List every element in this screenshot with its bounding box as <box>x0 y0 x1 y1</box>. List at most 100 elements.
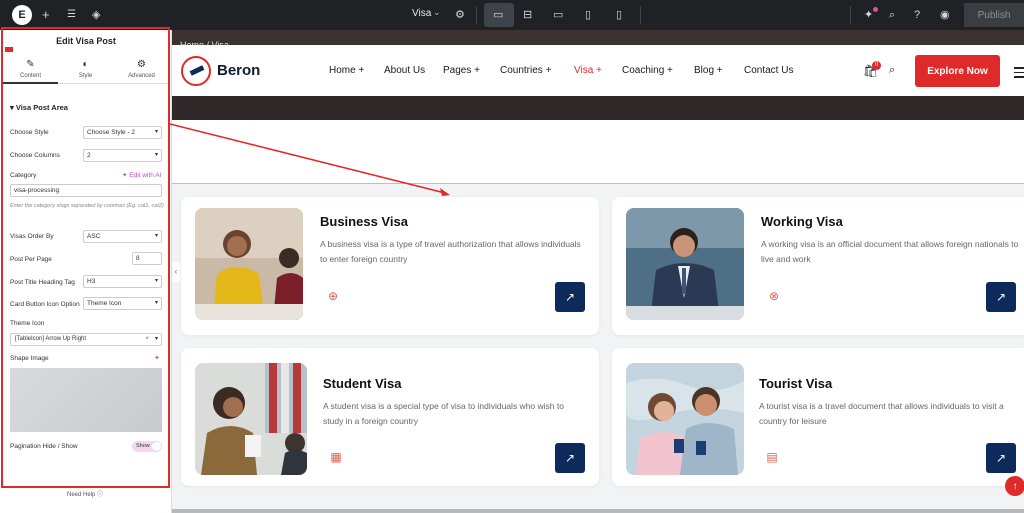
chevron-down-icon: ▾ <box>154 336 158 342</box>
heading-tag-value: H3 <box>87 278 96 285</box>
page-name[interactable]: Visa <box>412 8 431 19</box>
ai-spark-icon[interactable]: ✦ <box>154 354 160 362</box>
chevron-down-icon: ▾ <box>154 129 158 135</box>
visa-card-business[interactable]: Business Visa A business visa is a type … <box>181 197 599 335</box>
arrow-up-right-icon[interactable]: ↗ <box>555 443 585 473</box>
pagination-toggle[interactable]: Show <box>132 441 162 452</box>
arrow-up-right-icon[interactable]: ↗ <box>555 282 585 312</box>
notifications-icon[interactable]: ✦ <box>864 7 873 23</box>
card-description: A business visa is a type of travel auth… <box>320 239 581 264</box>
divider <box>640 6 641 24</box>
choose-style-select[interactable]: Choose Style - 2 ▾ <box>83 126 162 139</box>
nav-coaching[interactable]: Coaching + <box>622 65 673 76</box>
pagination-label: Pagination Hide / Show <box>10 443 78 450</box>
card-photo <box>195 363 307 475</box>
nav-pages[interactable]: Pages + <box>443 65 480 76</box>
search-icon[interactable]: ⌕ <box>889 64 895 77</box>
tablet-landscape-icon[interactable]: ▭ <box>553 7 563 23</box>
edit-with-ai-button[interactable]: ✦ Edit with AI <box>122 171 161 179</box>
chevron-down-icon: ▾ <box>154 300 158 306</box>
collapse-panel-handle[interactable]: ‹ <box>172 262 180 282</box>
preview-eye-icon[interactable]: ◉ <box>940 7 950 23</box>
card-title[interactable]: Tourist Visa <box>759 376 832 391</box>
nav-visa[interactable]: Visa + <box>574 65 602 76</box>
student-visa-icon: ▦ <box>330 450 342 464</box>
card-title[interactable]: Business Visa <box>320 214 408 229</box>
need-help-link[interactable]: Need Help ⓘ <box>67 489 103 498</box>
hamburger-menu-icon[interactable] <box>1014 67 1024 81</box>
choose-columns-select[interactable]: 2 ▾ <box>83 149 162 162</box>
card-title[interactable]: Working Visa <box>761 214 843 229</box>
shape-image-label: Shape Image <box>10 355 49 362</box>
spacer-section <box>172 120 1024 183</box>
section-toggle[interactable]: ▾ Visa Post Area <box>10 103 68 112</box>
need-help-label: Need Help <box>67 492 96 498</box>
chevron-down-icon[interactable]: ⌄ <box>433 7 441 18</box>
explore-now-button[interactable]: Explore Now <box>915 55 1000 87</box>
help-circle-icon: ⓘ <box>97 492 104 498</box>
page-settings-icon[interactable]: ⚙ <box>455 7 465 23</box>
chevron-down-icon: ▾ <box>154 278 158 284</box>
heading-tag-select[interactable]: H3 ▾ <box>83 275 162 288</box>
tab-content[interactable]: ✎ Content <box>3 56 58 84</box>
arrow-up-right-icon[interactable]: ↗ <box>986 443 1016 473</box>
laptop-device-icon[interactable]: ⊟ <box>523 7 532 23</box>
nav-home[interactable]: Home + <box>329 65 364 76</box>
category-input[interactable]: visa-processing <box>10 184 162 197</box>
tab-content-label: Content <box>19 73 41 79</box>
search-icon[interactable]: ⌕ <box>889 7 895 23</box>
visa-card-working[interactable]: Working Visa A working visa is an offici… <box>612 197 1024 335</box>
panel-title: Edit Visa Post <box>56 36 116 46</box>
arrow-up-right-icon[interactable]: ↗ <box>986 282 1016 312</box>
clear-icon[interactable]: × <box>145 334 149 345</box>
section-title: Visa Post Area <box>15 103 68 112</box>
pencil-icon: ✎ <box>26 59 35 70</box>
card-description: A tourist visa is a travel document that… <box>759 401 1004 426</box>
notification-dot <box>873 7 878 12</box>
working-visa-icon: ⊗ <box>768 289 780 303</box>
nav-countries[interactable]: Countries + <box>500 65 551 76</box>
scroll-to-top-button[interactable]: ↑ <box>1005 476 1024 496</box>
choose-columns-label: Choose Columns <box>10 152 60 159</box>
cart-badge: 0 <box>872 61 881 70</box>
theme-icon-select[interactable]: [TableIcon] Arrow Up Right × ▾ <box>10 333 162 346</box>
site-header: Beron Home + About Us Pages + Countries … <box>172 45 1024 96</box>
section-outline <box>172 183 1024 184</box>
mobile-device-icon[interactable]: ▯ <box>616 7 622 23</box>
help-icon[interactable]: ? <box>914 7 920 23</box>
half-circle-icon: ◐ <box>82 59 89 70</box>
card-icon-option-select[interactable]: Theme Icon ▾ <box>83 297 162 310</box>
card-icon-option-label: Card Button Icon Option <box>10 301 80 308</box>
hero-bottom <box>172 96 1024 120</box>
brand-logo-icon[interactable] <box>181 56 211 86</box>
brand-name[interactable]: Beron <box>217 62 260 79</box>
per-page-input[interactable]: 8 <box>132 252 162 265</box>
choose-style-value: Choose Style - 2 <box>87 129 136 136</box>
card-title[interactable]: Student Visa <box>323 376 402 391</box>
shape-image-picker[interactable] <box>10 368 162 432</box>
widget-handle[interactable] <box>5 47 13 52</box>
visa-card-tourist[interactable]: Tourist Visa A tourist visa is a travel … <box>612 348 1024 486</box>
page-canvas: Home / Visa Beron Home + About Us Pages … <box>172 30 1024 513</box>
nav-blog[interactable]: Blog + <box>694 65 723 76</box>
visa-card-student[interactable]: Student Visa A student visa is a special… <box>181 348 599 486</box>
choose-columns-value: 2 <box>87 152 91 159</box>
panel-tabs: ✎ Content ◐ Style ⚙ Advanced <box>3 56 169 84</box>
order-by-select[interactable]: ASC ▾ <box>83 230 162 243</box>
card-description: A working visa is an official document t… <box>761 239 1019 264</box>
horizontal-scrollbar[interactable] <box>172 509 1024 513</box>
nav-contact[interactable]: Contact Us <box>744 65 793 76</box>
desktop-device-icon[interactable]: ▭ <box>493 7 503 23</box>
tab-advanced-label: Advanced <box>128 73 155 79</box>
card-photo <box>195 208 303 320</box>
chevron-down-icon: ▾ <box>154 233 158 239</box>
publish-button[interactable]: Publish <box>964 3 1024 27</box>
per-page-label: Post Per Page <box>10 256 52 263</box>
tablet-portrait-icon[interactable]: ▯ <box>585 7 591 23</box>
nav-about[interactable]: About Us <box>384 65 425 76</box>
card-icon-option-value: Theme Icon <box>87 300 122 307</box>
tab-style[interactable]: ◐ Style <box>58 56 113 84</box>
editor-panel-content: Edit Visa Post ✎ Content ◐ Style ⚙ Advan… <box>0 0 172 513</box>
tab-advanced[interactable]: ⚙ Advanced <box>114 56 169 84</box>
chevron-down-icon: ▾ <box>154 152 158 158</box>
